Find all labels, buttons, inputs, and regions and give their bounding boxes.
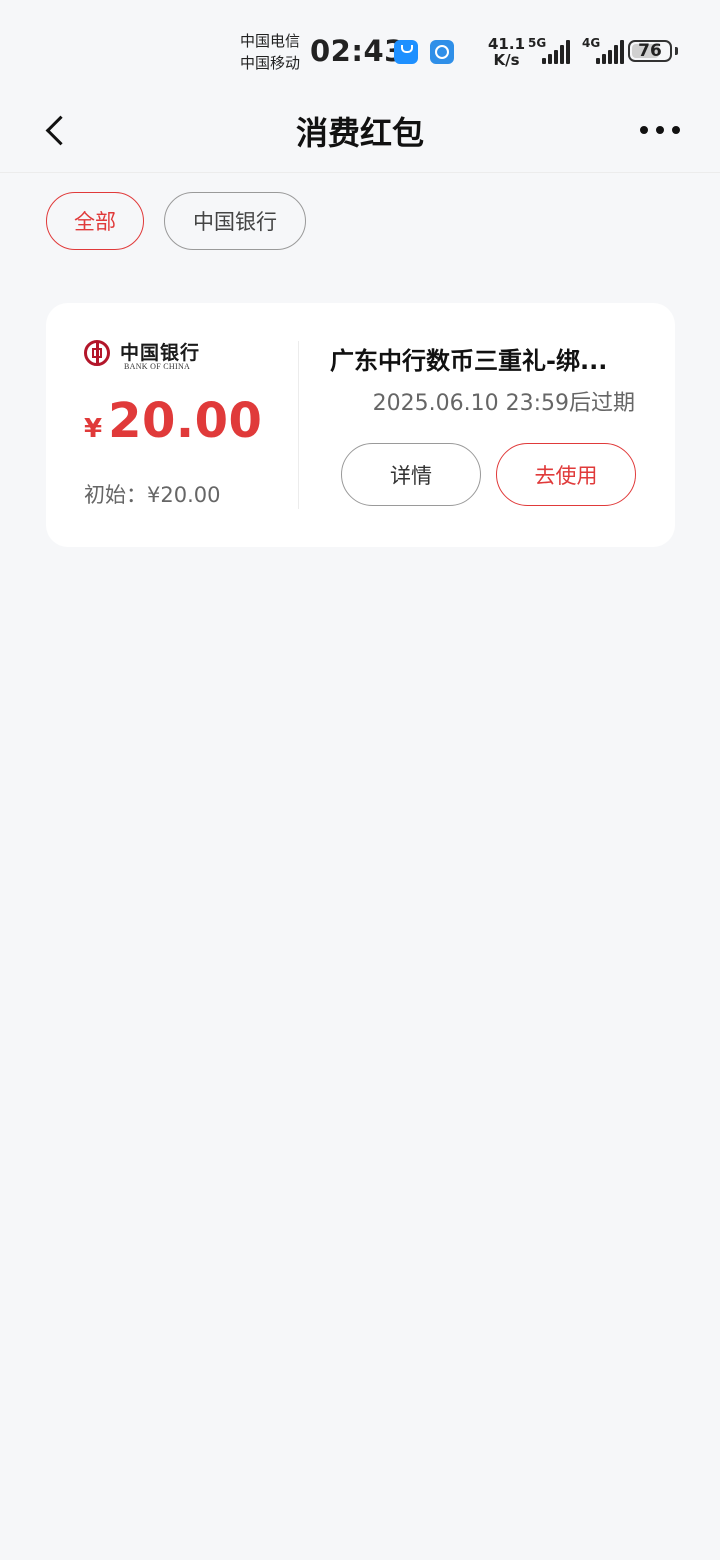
- network-speed-unit: K/s: [493, 51, 520, 69]
- card-divider: [298, 341, 299, 509]
- bank-of-china-emblem-icon: [84, 340, 110, 366]
- signal-bars-icon: [596, 40, 624, 64]
- initial-amount: 初始：¥20.00: [84, 483, 221, 507]
- network-speed-value: 41.1: [488, 35, 526, 53]
- filter-chips: 全部 中国银行: [46, 192, 306, 250]
- red-packet-card[interactable]: 中国银行 BANK OF CHINA ¥ 20.00 初始：¥20.00 广东中…: [46, 303, 675, 547]
- bank-name-en: BANK OF CHINA: [124, 362, 191, 371]
- browser-icon: [430, 40, 454, 64]
- battery-level: 76: [638, 41, 662, 61]
- carrier-2: 中国移动: [240, 54, 301, 72]
- battery-icon: 76: [628, 40, 672, 62]
- page-title: 消费红包: [295, 114, 424, 152]
- bank-of-china-logo: 中国银行 BANK OF CHINA: [84, 339, 200, 373]
- use-button[interactable]: 去使用: [496, 443, 636, 506]
- app-store-icon: [394, 40, 418, 64]
- currency-symbol: ¥: [84, 414, 103, 444]
- carrier-1: 中国电信: [240, 32, 301, 50]
- nav-header: 消费红包: [0, 96, 720, 173]
- filter-chip-all[interactable]: 全部: [46, 192, 144, 250]
- signal-4g-icon: 4G: [582, 36, 632, 66]
- carrier-names: 中国电信 中国移动: [240, 30, 300, 74]
- signal-5g-icon: 5G: [528, 36, 578, 66]
- filter-chip-boc[interactable]: 中国银行: [164, 192, 306, 250]
- red-packet-amount: ¥ 20.00: [84, 393, 262, 449]
- status-bar: 中国电信 中国移动 02:43 41.1 K/s 5G 4G 76: [0, 0, 720, 96]
- promotion-title: 广东中行数币三重礼-绑...: [330, 347, 608, 375]
- signal-bars-icon: [542, 40, 570, 64]
- dot-icon: [672, 126, 680, 134]
- more-options-button[interactable]: [640, 118, 680, 142]
- status-time: 02:43: [310, 34, 405, 68]
- battery-cap: [675, 47, 678, 55]
- dot-icon: [640, 126, 648, 134]
- dot-icon: [656, 126, 664, 134]
- amount-value: 20.00: [108, 393, 263, 449]
- detail-button[interactable]: 详情: [341, 443, 481, 506]
- network-speed: 41.1 K/s: [488, 36, 525, 68]
- bank-name-cn: 中国银行: [120, 342, 201, 364]
- expiry-date: 2025.06.10 23:59后过期: [372, 391, 635, 416]
